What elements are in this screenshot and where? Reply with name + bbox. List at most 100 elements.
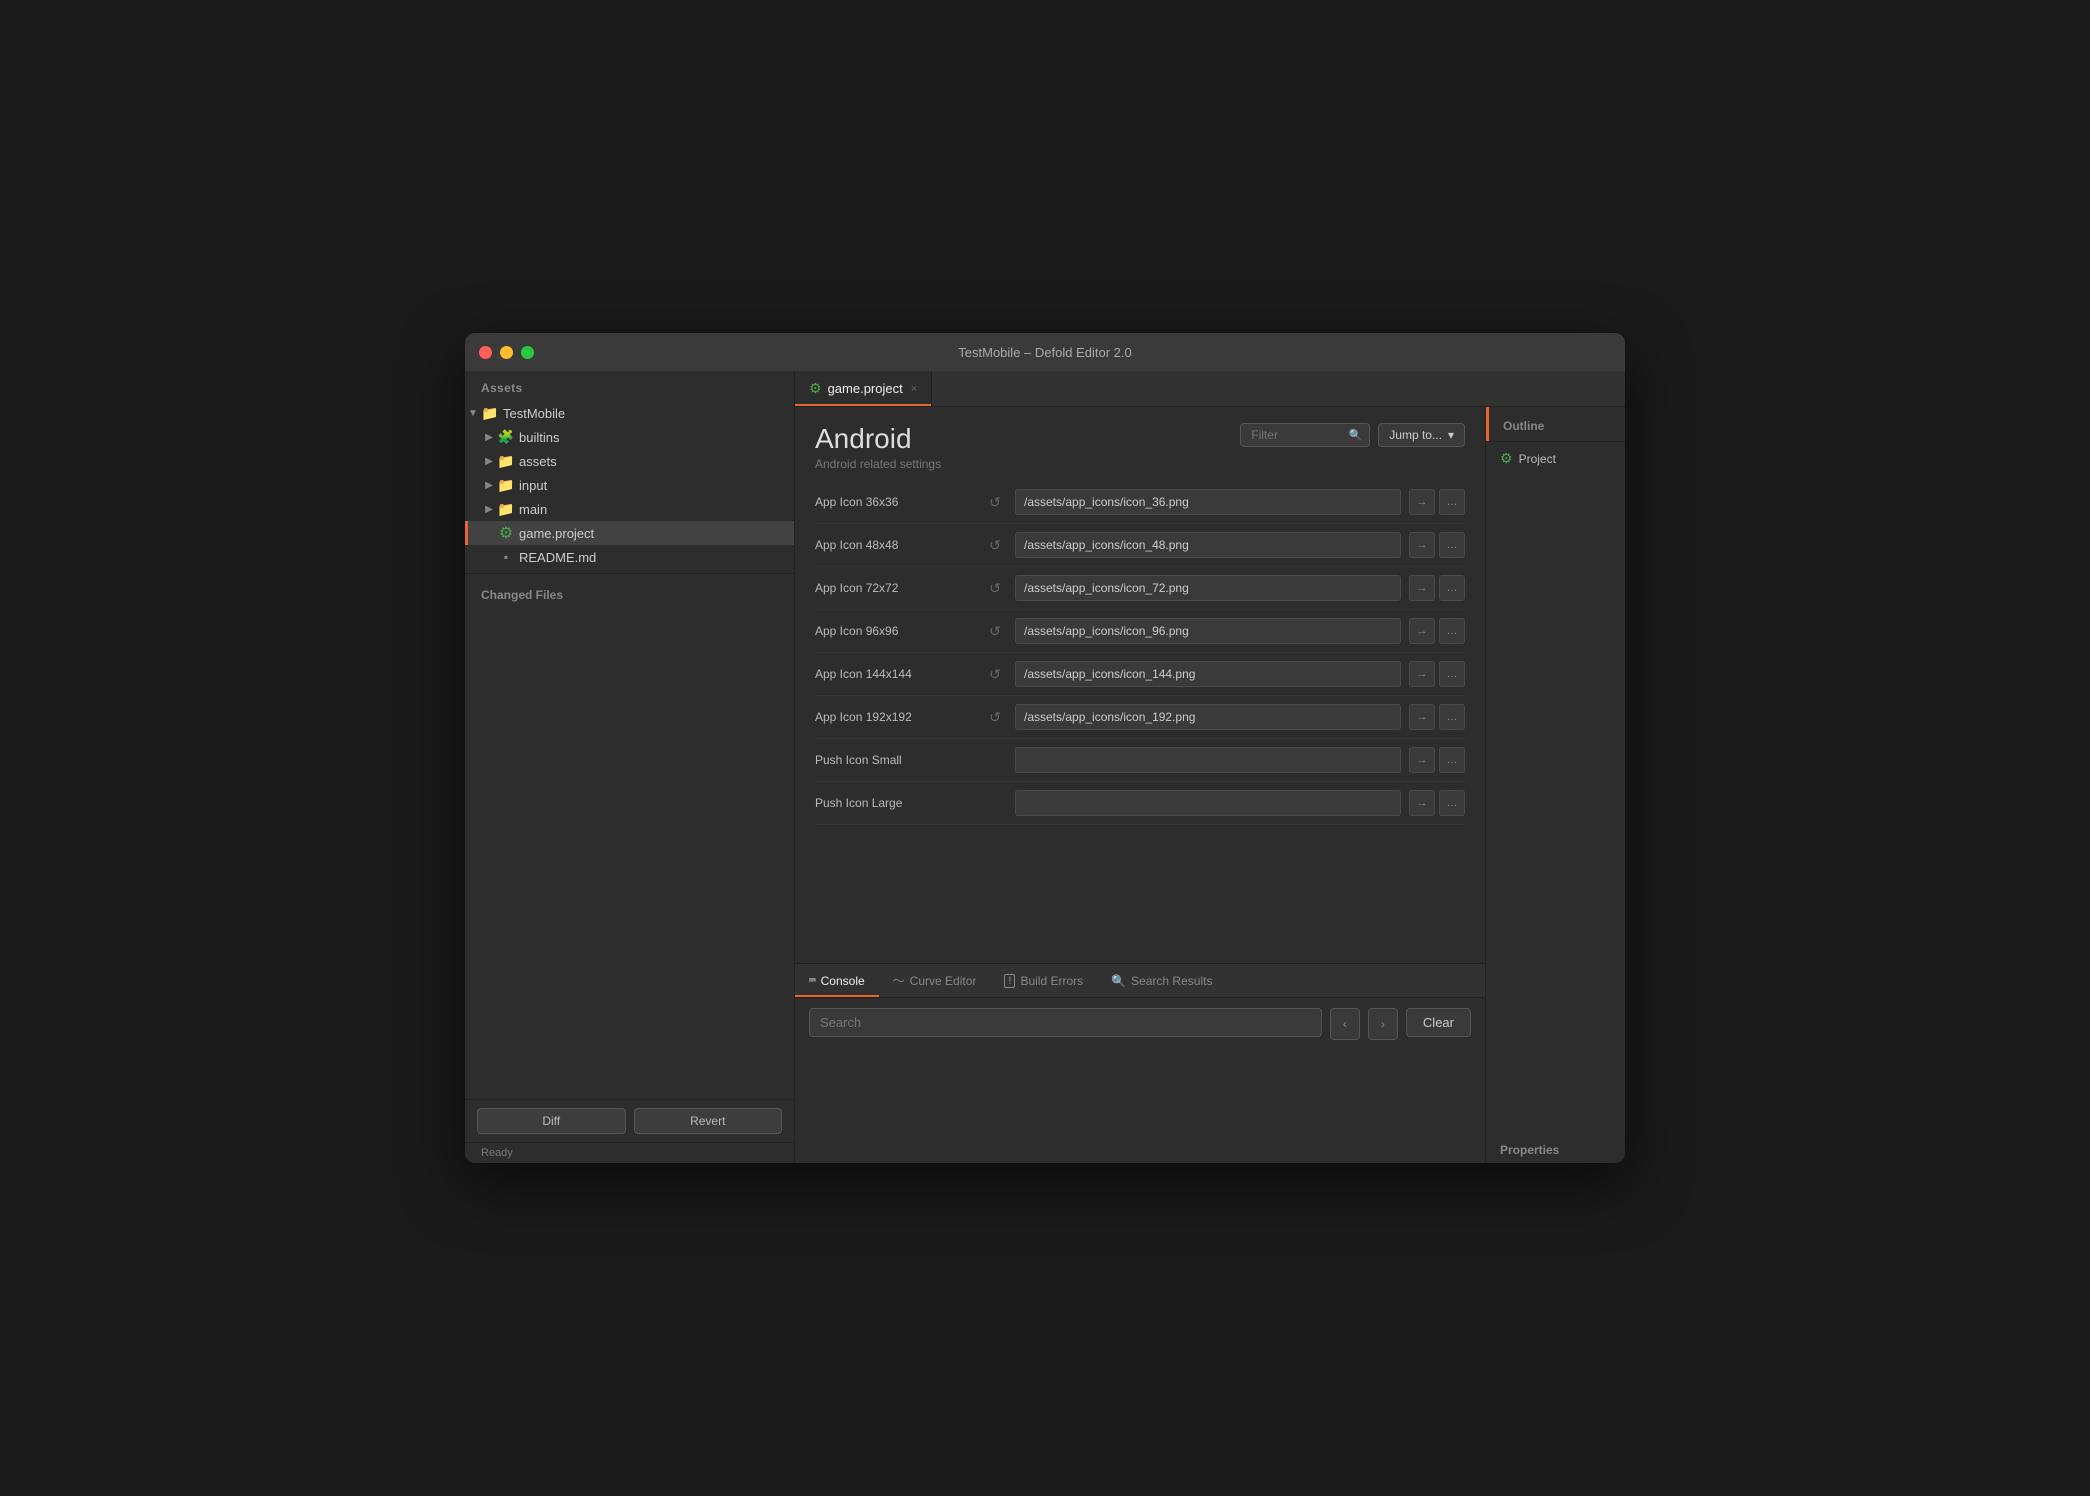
sidebar-item-game-project[interactable]: ▶ ⚙ game.project [465, 521, 794, 545]
browse-button[interactable]: … [1439, 661, 1465, 687]
expand-arrow: ▶ [481, 501, 497, 517]
setting-actions: → … [1409, 618, 1465, 644]
browse-button[interactable]: … [1439, 532, 1465, 558]
settings-scroll: App Icon 36x36 ↺ /assets/app_icons/icon_… [795, 481, 1485, 963]
goto-button[interactable]: → [1409, 532, 1435, 558]
maximize-window-button[interactable] [521, 346, 534, 359]
tab-close-button[interactable]: × [911, 383, 917, 395]
setting-row-icon48: App Icon 48x48 ↺ /assets/app_icons/icon_… [815, 524, 1465, 567]
setting-label: App Icon 36x36 [815, 495, 975, 509]
setting-label: App Icon 48x48 [815, 538, 975, 552]
browse-button[interactable]: … [1439, 618, 1465, 644]
editor-tab-bar: ⚙ game.project × [795, 371, 1625, 407]
tab-label: game.project [828, 381, 903, 396]
setting-value: /assets/app_icons/icon_192.png [1015, 704, 1401, 730]
window-controls[interactable] [479, 346, 534, 359]
search-icon: 🔍 [1349, 429, 1363, 442]
changed-files-header: Changed Files [465, 578, 794, 608]
search-input[interactable] [809, 1008, 1322, 1037]
reset-button[interactable]: ↺ [983, 576, 1007, 600]
sidebar-item-label: main [519, 502, 786, 517]
tab-console[interactable]: ⌨ Console [795, 964, 879, 997]
tab-label: Curve Editor [910, 974, 977, 988]
reset-button[interactable]: ↺ [983, 662, 1007, 686]
setting-row-icon36: App Icon 36x36 ↺ /assets/app_icons/icon_… [815, 481, 1465, 524]
tab-curve-editor[interactable]: 〜 Curve Editor [879, 964, 991, 997]
search-next-button[interactable]: › [1368, 1008, 1398, 1040]
expand-arrow: ▶ [481, 453, 497, 469]
setting-value [1015, 790, 1401, 816]
reset-button[interactable]: ↺ [983, 619, 1007, 643]
minimize-window-button[interactable] [500, 346, 513, 359]
diff-button[interactable]: Diff [477, 1108, 626, 1134]
browse-button[interactable]: … [1439, 747, 1465, 773]
chevron-down-icon: ▾ [1448, 428, 1454, 442]
tab-search-results[interactable]: 🔍 Search Results [1097, 964, 1226, 997]
editor-subtitle: Android related settings [815, 457, 941, 471]
app-window: TestMobile – Defold Editor 2.0 Assets ▼ … [465, 333, 1625, 1163]
close-window-button[interactable] [479, 346, 492, 359]
browse-button[interactable]: … [1439, 575, 1465, 601]
setting-value: /assets/app_icons/icon_72.png [1015, 575, 1401, 601]
sidebar: Assets ▼ 📁 TestMobile ▶ 🧩 builtins ▶ [465, 371, 795, 1163]
sidebar-item-main[interactable]: ▶ 📁 main [465, 497, 794, 521]
right-panel-item-project[interactable]: ⚙ Project [1486, 442, 1625, 475]
goto-button[interactable]: → [1409, 790, 1435, 816]
tab-label: Search Results [1131, 974, 1212, 988]
setting-actions: → … [1409, 661, 1465, 687]
folder-icon: 📁 [497, 476, 515, 494]
terminal-icon: ⌨ [809, 974, 816, 987]
browse-button[interactable]: … [1439, 704, 1465, 730]
revert-button[interactable]: Revert [634, 1108, 783, 1134]
reset-button[interactable]: ↺ [983, 490, 1007, 514]
goto-button[interactable]: → [1409, 575, 1435, 601]
goto-button[interactable]: → [1409, 661, 1435, 687]
sidebar-item-input[interactable]: ▶ 📁 input [465, 473, 794, 497]
properties-header: Properties [1486, 1133, 1625, 1163]
search-input-wrapper [809, 1008, 1322, 1037]
expand-arrow: ▶ [481, 477, 497, 493]
tab-label: Build Errors [1020, 974, 1083, 988]
setting-label: Push Icon Large [815, 796, 975, 810]
sidebar-divider [465, 573, 794, 574]
clear-button[interactable]: Clear [1406, 1008, 1471, 1037]
sidebar-item-label: game.project [519, 526, 786, 541]
setting-actions: → … [1409, 532, 1465, 558]
setting-actions: → … [1409, 790, 1465, 816]
setting-value: /assets/app_icons/icon_48.png [1015, 532, 1401, 558]
goto-button[interactable]: → [1409, 747, 1435, 773]
reset-button[interactable]: ↺ [983, 533, 1007, 557]
file-icon: ▪ [497, 548, 515, 566]
setting-label: App Icon 96x96 [815, 624, 975, 638]
sidebar-item-label: TestMobile [503, 406, 786, 421]
warning-icon: ! [1004, 974, 1015, 988]
sidebar-item-testmobile[interactable]: ▼ 📁 TestMobile [465, 401, 794, 425]
setting-label: Push Icon Small [815, 753, 975, 767]
browse-button[interactable]: … [1439, 790, 1465, 816]
goto-button[interactable]: → [1409, 618, 1435, 644]
right-panel-item-label: Project [1519, 452, 1556, 466]
setting-actions: → … [1409, 704, 1465, 730]
sidebar-item-readme[interactable]: ▶ ▪ README.md [465, 545, 794, 569]
goto-button[interactable]: → [1409, 704, 1435, 730]
sidebar-item-assets[interactable]: ▶ 📁 assets [465, 449, 794, 473]
folder-icon: 📁 [497, 452, 515, 470]
puzzle-icon: 🧩 [497, 428, 515, 446]
tab-game-project[interactable]: ⚙ game.project × [795, 371, 932, 406]
goto-button[interactable]: → [1409, 489, 1435, 515]
reset-button[interactable]: ↺ [983, 705, 1007, 729]
tab-build-errors[interactable]: ! Build Errors [990, 964, 1097, 997]
outline-header: Outline [1489, 409, 1625, 439]
setting-label: App Icon 192x192 [815, 710, 975, 724]
file-tree: ▼ 📁 TestMobile ▶ 🧩 builtins ▶ 📁 assets [465, 401, 794, 569]
setting-row-icon72: App Icon 72x72 ↺ /assets/app_icons/icon_… [815, 567, 1465, 610]
gear-icon: ⚙ [497, 524, 515, 542]
setting-label: App Icon 144x144 [815, 667, 975, 681]
jump-to-button[interactable]: Jump to... ▾ [1378, 423, 1465, 447]
editor-area: Android Android related settings 🔍 Jump … [795, 407, 1485, 1163]
search-prev-button[interactable]: ‹ [1330, 1008, 1360, 1040]
sidebar-item-builtins[interactable]: ▶ 🧩 builtins [465, 425, 794, 449]
expand-arrow: ▼ [465, 405, 481, 421]
browse-button[interactable]: … [1439, 489, 1465, 515]
setting-row-icon96: App Icon 96x96 ↺ /assets/app_icons/icon_… [815, 610, 1465, 653]
